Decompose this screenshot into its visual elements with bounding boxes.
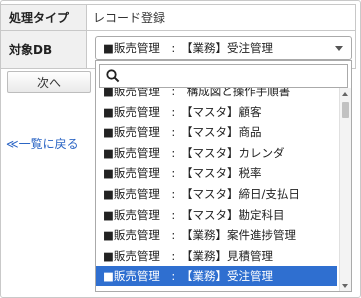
process-type-label: 処理タイプ	[0, 4, 87, 31]
search-icon	[106, 69, 120, 83]
row-process-type: 処理タイプ レコード登録	[0, 4, 356, 31]
back-to-list-link[interactable]: ≪一覧に戻る	[6, 135, 79, 152]
target-db-selected-value: ■販売管理 : 【業務】受注管理	[103, 41, 273, 55]
next-button[interactable]: 次へ	[7, 71, 91, 93]
dropdown-scrollbar[interactable]	[339, 88, 351, 291]
target-db-select[interactable]: ■販売管理 : 【業務】受注管理	[95, 36, 352, 60]
process-type-value: レコード登録	[86, 4, 356, 31]
dropdown-option[interactable]: ■販売管理 : 【マスタ】商品	[96, 122, 337, 142]
dropdown-option[interactable]: ■販売管理 : 【マスタ】勘定科目	[96, 205, 337, 225]
chevron-down-icon[interactable]	[335, 46, 343, 51]
dropdown-options-list: ■販売管理 : 構成図と操作手順書 ■販売管理 : 【マスタ】顧客 ■販売管理 : …	[96, 88, 337, 291]
dropdown-search-input[interactable]	[99, 64, 348, 88]
scrollbar-thumb[interactable]	[342, 102, 349, 118]
target-db-dropdown: ■販売管理 : 構成図と操作手順書 ■販売管理 : 【マスタ】顧客 ■販売管理 : …	[95, 60, 352, 292]
dropdown-option[interactable]: ■販売管理 : 構成図と操作手順書	[96, 88, 337, 101]
dropdown-option[interactable]: ■販売管理 : 【マスタ】顧客	[96, 102, 337, 122]
dropdown-option[interactable]: ■販売管理 : 【マスタ】カレンダ	[96, 143, 337, 163]
dropdown-option[interactable]: ■販売管理 : 【マスタ】締日/支払日	[96, 184, 337, 204]
dropdown-option[interactable]: ■販売管理 : 【マスタ】税率	[96, 163, 337, 183]
scroll-up-arrow-icon[interactable]	[342, 92, 348, 96]
target-db-label: 対象DB	[0, 30, 87, 69]
scroll-down-arrow-icon[interactable]	[342, 284, 348, 288]
dropdown-option[interactable]: ■販売管理 : 【業務】見積管理	[96, 246, 337, 266]
dropdown-option[interactable]: ■販売管理 : 【業務】受注管理	[96, 266, 337, 287]
dropdown-option[interactable]: ■販売管理 : 【業務】案件進捗管理	[96, 225, 337, 245]
